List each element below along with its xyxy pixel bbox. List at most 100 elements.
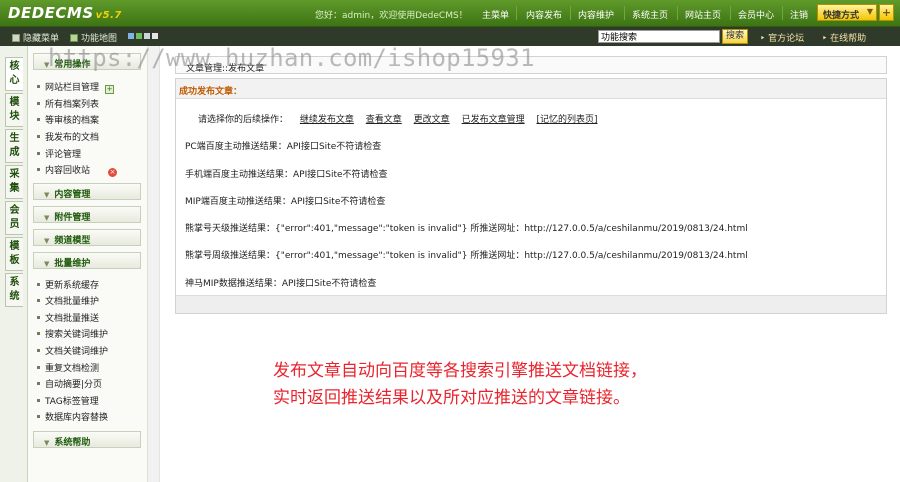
menu-item-duplicate-check[interactable]: 重复文档检测 <box>37 361 99 374</box>
published-manage-link[interactable]: 已发布文章管理 <box>462 115 525 125</box>
menu-item-recycle-bin[interactable]: 内容回收站 × <box>37 163 118 177</box>
nav-divider <box>677 6 678 20</box>
menu-item-batch-push[interactable]: 文档批量推送 <box>37 311 99 324</box>
chevron-down-icon: ▼ <box>866 7 873 16</box>
bullet-icon <box>37 349 40 352</box>
breadcrumb[interactable]: 文章管理::发布文章 <box>186 61 264 74</box>
menu-item-comments[interactable]: 评论管理 <box>37 147 81 160</box>
tab-templates[interactable]: 模板 <box>5 237 23 271</box>
nav-content-publish[interactable]: 内容发布 <box>526 8 562 21</box>
bullet-icon <box>37 382 40 385</box>
tab-generate[interactable]: 生成 <box>5 129 23 163</box>
skin-gray-swatch[interactable] <box>144 33 150 39</box>
bullet-icon <box>37 102 40 105</box>
bullet-icon <box>37 366 40 369</box>
menu-item-category-manage[interactable]: 网站栏目管理 + <box>37 80 115 94</box>
bullet-icon <box>37 283 40 286</box>
nav-main-menu[interactable]: 主菜单 <box>482 8 509 21</box>
group-common-ops[interactable]: ▼ 常用操作 <box>33 53 141 70</box>
clear-bin-icon[interactable]: × <box>108 168 118 177</box>
nav-logout[interactable]: 注销 <box>790 8 808 21</box>
chevron-down-icon: ▼ <box>44 191 50 199</box>
arrow-icon: ‣ <box>760 34 769 44</box>
group-batch-maintain[interactable]: ▼ 批量维护 <box>33 252 141 269</box>
ops-prompt: 请选择你的后续操作： <box>198 115 289 125</box>
edit-article-link[interactable]: 更改文章 <box>414 115 450 125</box>
chevron-down-icon: ▼ <box>44 439 50 447</box>
group-channel-model[interactable]: ▼ 频道模型 <box>33 229 141 246</box>
menu-item-pending-archives[interactable]: 等审核的档案 <box>37 113 99 126</box>
tab-core[interactable]: 核心 <box>5 57 23 91</box>
push-result-mobile: 手机端百度主动推送结果：API接口Site不符请检查 <box>185 170 388 180</box>
view-article-link[interactable]: 查看文章 <box>366 115 402 125</box>
push-result-pc: PC端百度主动推送结果：API接口Site不符请检查 <box>185 142 382 152</box>
version-label: v5.7 <box>95 10 122 21</box>
nav-divider <box>730 6 731 20</box>
skin-blue-swatch[interactable] <box>128 33 134 39</box>
group-attachment-manage[interactable]: ▼ 附件管理 <box>33 206 141 223</box>
remembered-list-link[interactable]: [记忆的列表页] <box>536 115 597 125</box>
nav-content-maintain[interactable]: 内容维护 <box>578 8 614 21</box>
bullet-icon <box>37 415 40 418</box>
welcome-text: 您好：admin，欢迎使用DedeCMS！ <box>315 11 468 21</box>
official-forum-link[interactable]: ‣ 官方论坛 <box>760 31 804 44</box>
nav-system-home[interactable]: 系统主页 <box>632 8 668 21</box>
menu-item-tag-manage[interactable]: TAG标签管理 <box>37 394 99 407</box>
search-button[interactable]: 搜索 <box>722 29 748 44</box>
panel-footer <box>176 295 886 313</box>
bullet-icon <box>37 299 40 302</box>
chevron-down-icon: ▼ <box>44 237 50 245</box>
bullet-icon <box>37 85 40 88</box>
followup-operations: 请选择你的后续操作： 继续发布文章 查看文章 更改文章 已发布文章管理 [记忆的… <box>198 112 597 125</box>
push-result-xzh-weekly: 熊掌号周级推送结果：{"error":401,"message":"token … <box>185 251 748 261</box>
menu-item-all-archives[interactable]: 所有档案列表 <box>37 97 99 110</box>
continue-publish-link[interactable]: 继续发布文章 <box>300 115 354 125</box>
result-panel: 成功发布文章： 请选择你的后续操作： 继续发布文章 查看文章 更改文章 已发布文… <box>175 78 887 314</box>
promo-annotation: 发布文章自动向百度等各搜索引擎推送文档链接， 实时返回推送结果以及所对应推送的文… <box>273 358 647 412</box>
tab-members[interactable]: 会员 <box>5 201 23 235</box>
quick-shortcut-button[interactable]: 快捷方式 ▼ <box>817 4 877 21</box>
map-icon <box>70 34 78 42</box>
tab-modules[interactable]: 模块 <box>5 93 23 127</box>
skin-green-swatch[interactable] <box>136 33 142 39</box>
menu-item-my-documents[interactable]: 我发布的文档 <box>37 130 99 143</box>
group-content-manage[interactable]: ▼ 内容管理 <box>33 183 141 200</box>
chevron-down-icon: ▼ <box>44 260 50 268</box>
annotation-line-2: 实时返回推送结果以及所对应推送的文章链接。 <box>273 388 630 408</box>
panel-header: 成功发布文章： <box>176 79 886 99</box>
top-bar: DEDECMS v5.7 您好：admin，欢迎使用DedeCMS！ 主菜单 内容… <box>0 0 900 27</box>
nav-divider <box>570 6 571 20</box>
menu-item-auto-summary[interactable]: 自动摘要|分页 <box>37 377 102 390</box>
nav-member-center[interactable]: 会员中心 <box>738 8 774 21</box>
tab-system[interactable]: 系统 <box>5 273 23 307</box>
menu-item-db-replace[interactable]: 数据库内容替换 <box>37 410 108 423</box>
skin-light-swatch[interactable] <box>152 33 158 39</box>
nav-site-home[interactable]: 网站主页 <box>685 8 721 21</box>
bullet-icon <box>37 399 40 402</box>
scrollbar[interactable] <box>148 46 160 482</box>
bullet-icon <box>37 316 40 319</box>
bullet-icon <box>37 168 40 171</box>
nav-divider <box>782 6 783 20</box>
function-map-button[interactable]: 功能地图 <box>70 31 117 44</box>
menu-item-search-keywords[interactable]: 搜索关键词维护 <box>37 327 108 340</box>
menu-item-update-cache[interactable]: 更新系统缓存 <box>37 278 99 291</box>
menu-item-doc-keywords[interactable]: 文档关键词维护 <box>37 344 108 357</box>
chevron-down-icon: ▼ <box>44 214 50 222</box>
push-result-shenma: 神马MIP数据推送结果：API接口Site不符请检查 <box>185 279 377 289</box>
add-shortcut-button[interactable]: + <box>879 4 894 21</box>
nav-divider <box>624 6 625 20</box>
push-result-xzh-daily: 熊掌号天级推送结果：{"error":401,"message":"token … <box>185 224 748 234</box>
add-category-icon[interactable]: + <box>105 85 115 94</box>
function-search-input[interactable] <box>598 30 720 43</box>
bullet-icon <box>37 332 40 335</box>
bullet-icon <box>37 135 40 138</box>
hide-menu-button[interactable]: 隐藏菜单 <box>12 31 59 44</box>
online-help-link[interactable]: ‣ 在线帮助 <box>822 31 866 44</box>
toolbar: 隐藏菜单 功能地图 搜索 ‣ 官方论坛 ‣ 在线帮助 <box>0 27 900 46</box>
group-system-help[interactable]: ▼ 系统帮助 <box>33 431 141 448</box>
menu-item-batch-maintain[interactable]: 文档批量维护 <box>37 294 99 307</box>
panel-title: 成功发布文章： <box>179 87 243 97</box>
tab-collect[interactable]: 采集 <box>5 165 23 199</box>
chevron-down-icon: ▼ <box>44 61 50 69</box>
